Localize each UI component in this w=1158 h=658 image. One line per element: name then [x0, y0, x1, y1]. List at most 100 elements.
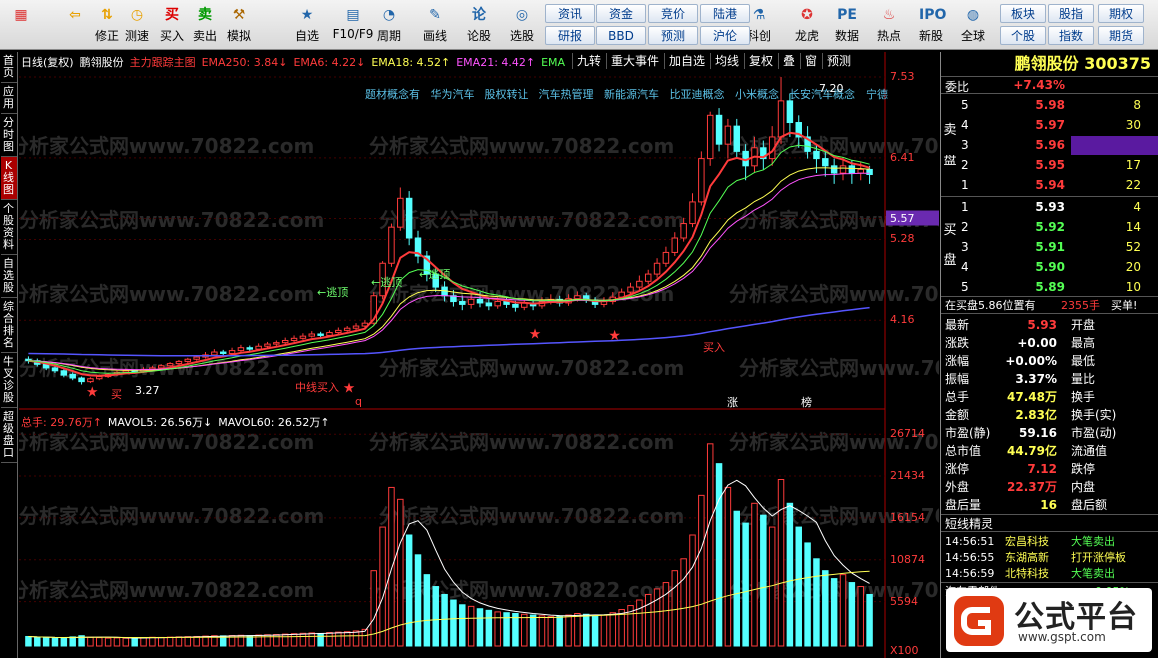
toolbar-filter-button[interactable]: ◎ 选股: [505, 2, 539, 48]
kline-chart[interactable]: 分析家公式网www.70822.com 分析家公式网www.70822.com 分析…: [19, 52, 939, 658]
concept-tag[interactable]: 汽车热管理: [539, 86, 594, 102]
bid-row: 1 5.93 4: [941, 198, 1158, 217]
stat-key-2: 开盘: [1071, 318, 1096, 332]
chart-tab[interactable]: 重大事件: [606, 53, 663, 69]
volume-bar: [441, 593, 448, 647]
toolbar-sell-button[interactable]: 卖卖出: [188, 2, 222, 48]
chart-tab[interactable]: 预测: [822, 53, 855, 69]
toolbar-updown-button[interactable]: ⇅ 修正: [90, 2, 124, 48]
toolbar-clock-button[interactable]: ◷ 测速: [120, 2, 154, 48]
escape-top-label-1: ←逃顶: [317, 286, 349, 299]
chart-tab[interactable]: 窗: [800, 53, 821, 69]
candle-body: [255, 345, 262, 350]
toolbar-label: 全球: [960, 29, 985, 43]
stat-key-2: 换手(实): [1071, 408, 1117, 422]
toolbar-home-button[interactable]: ▦: [4, 2, 38, 48]
volume-bar: [51, 637, 59, 647]
bid-volume: 10: [1125, 280, 1141, 294]
toolbar-pe-button[interactable]: PE 数据: [830, 2, 864, 48]
left-tab[interactable]: 综合排名: [0, 298, 17, 353]
stat-value: +0.00: [1017, 336, 1057, 350]
nav-button[interactable]: 个股: [1000, 26, 1046, 45]
volume-bar: [25, 635, 32, 647]
volume-axis-label: 21434: [890, 469, 925, 483]
stat-key: 总手: [945, 390, 970, 404]
stat-row: 外盘 22.37万 内盘: [941, 478, 1158, 496]
ticker-row[interactable]: 14:56:55 东湖高新 打开涨停板: [943, 550, 1158, 565]
toolbar-document-button[interactable]: ▤ F10/F9: [330, 2, 376, 48]
left-tab[interactable]: K线图: [0, 157, 17, 200]
low-price-label: 3.27: [135, 384, 160, 397]
chart-tab[interactable]: 叠: [778, 53, 799, 69]
nav-button[interactable]: 板块: [1000, 4, 1046, 23]
left-tab[interactable]: 个股资料: [0, 200, 17, 255]
candle-body: [476, 298, 484, 304]
concept-tag[interactable]: 股权转让: [485, 86, 529, 102]
left-tab[interactable]: 分时图: [0, 114, 17, 157]
toolbar-label: 热点: [876, 29, 901, 43]
chart-tab[interactable]: 均线: [710, 53, 743, 69]
candle-body: [715, 114, 723, 145]
ask-volume: 30: [1125, 118, 1141, 132]
toolbar-pen-button[interactable]: ✎ 画线: [418, 2, 452, 48]
toolbar-hammer-button[interactable]: ⚒ 模拟: [222, 2, 256, 48]
toolbar-talk-button[interactable]: 论论股: [462, 2, 496, 48]
toolbar-ipo-button[interactable]: IPO 新股: [914, 2, 948, 48]
concept-tag[interactable]: 题材概念有: [365, 86, 420, 102]
bid-volume: 14: [1125, 220, 1141, 234]
chart-tab[interactable]: 加自选: [664, 53, 709, 69]
chart-canvas[interactable]: ★ ★ ★ ★: [19, 52, 939, 658]
ticker-row[interactable]: 14:56:59 北特科技 大笔卖出: [943, 566, 1158, 581]
nav-button[interactable]: 股指: [1048, 4, 1094, 23]
candle-body: [839, 165, 847, 174]
volume-bar: [839, 574, 847, 647]
toolbar-globe-button[interactable]: ◍ 全球: [956, 2, 990, 48]
info-button[interactable]: 陆港: [700, 4, 750, 23]
buying-note: 在买盘5.86位置有: [945, 299, 1036, 312]
toolbar-buy-button[interactable]: 买买入: [155, 2, 189, 48]
concept-tag[interactable]: 比亚迪概念: [670, 86, 725, 102]
chart-tab[interactable]: 九转: [572, 53, 605, 69]
toolbar-label: 自选: [294, 29, 319, 43]
toolbar-label: 选股: [509, 29, 534, 43]
left-tab[interactable]: 超级盘口: [0, 408, 17, 463]
nav-button[interactable]: 期货: [1098, 26, 1144, 45]
left-tab[interactable]: 自选股: [0, 255, 17, 298]
candle-body: [184, 358, 192, 362]
info-button[interactable]: 资金: [596, 4, 646, 23]
concept-tag[interactable]: 新能源汽车: [604, 86, 659, 102]
left-tab[interactable]: 应用: [0, 83, 17, 114]
toolbar-dragon-button[interactable]: ✪ 龙虎: [790, 2, 824, 48]
volume-bar: [87, 636, 94, 647]
concept-tag[interactable]: 华为汽车: [431, 86, 475, 102]
nav-button[interactable]: 指数: [1048, 26, 1094, 45]
chart-tab[interactable]: 复权: [744, 53, 777, 69]
back-arrow-icon: ⇦: [69, 7, 81, 23]
info-button[interactable]: 竞价: [648, 4, 698, 23]
nav-button[interactable]: 期权: [1098, 4, 1144, 23]
volume-axis-label: 5594: [890, 594, 918, 608]
candle-body: [193, 356, 200, 360]
info-button[interactable]: 研报: [545, 26, 595, 45]
info-button[interactable]: 沪伦: [700, 26, 750, 45]
info-button[interactable]: 资讯: [545, 4, 595, 23]
candle-body: [680, 223, 687, 239]
concept-tag[interactable]: 小米概念: [735, 86, 779, 102]
candle-body: [326, 332, 333, 336]
info-button[interactable]: BBD: [596, 26, 646, 45]
toolbar-fire-button[interactable]: ♨ 热点: [872, 2, 906, 48]
toolbar-label: 论股: [466, 29, 491, 43]
concept-tag[interactable]: 宁德: [866, 86, 888, 102]
toolbar-cycle-button[interactable]: ◔ 周期: [372, 2, 406, 48]
info-button[interactable]: 预测: [648, 26, 698, 45]
toolbar-star-button[interactable]: ★ 自选: [290, 2, 324, 48]
toolbar-back-arrow-button[interactable]: ⇦: [58, 2, 92, 48]
ticker-row[interactable]: 14:56:51 宏昌科技 大笔卖出: [943, 534, 1158, 549]
stat-row: 涨停 7.12 跌停: [941, 460, 1158, 478]
volume-bar: [42, 637, 50, 647]
candle-body: [246, 347, 254, 350]
left-tab[interactable]: 首页: [0, 52, 17, 83]
ticker-time: 14:56:59: [945, 567, 995, 580]
ticker-title: 短线精灵: [941, 514, 1158, 532]
left-tab[interactable]: 牛叉诊股: [0, 353, 17, 408]
